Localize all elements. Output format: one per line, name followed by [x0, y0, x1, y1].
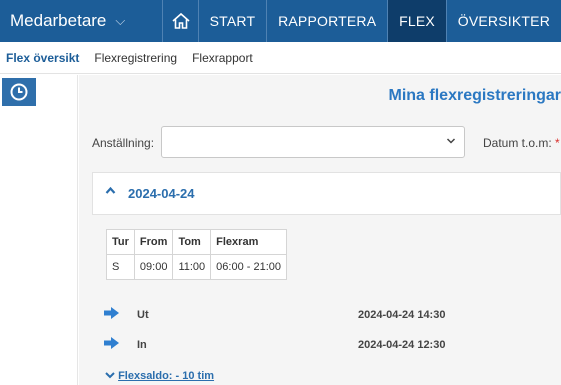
column-header: Tom	[172, 229, 212, 255]
tab-flex-oversikt[interactable]: Flex översikt	[0, 51, 85, 65]
table-row: S 09:00 11:00 06:00 - 21:00	[106, 254, 287, 280]
section-date: 2024-04-24	[128, 186, 195, 201]
event-timestamp: 2024-04-24 12:30	[358, 339, 446, 351]
required-marker: *	[555, 136, 560, 150]
chevron-down-icon	[446, 136, 456, 149]
date-section-header[interactable]: 2024-04-24	[92, 172, 561, 215]
nav-flex[interactable]: FLEX	[388, 0, 446, 42]
column-header: From	[133, 229, 174, 255]
date-label-text: Datum t.o.m:	[483, 136, 552, 150]
chevron-down-icon: ⌵	[115, 13, 126, 28]
app-title: Medarbetare	[10, 11, 107, 30]
employment-label: Anställning:	[92, 136, 155, 150]
clock-icon	[10, 83, 28, 101]
event-label: In	[137, 339, 147, 351]
sign-in-icon	[103, 336, 121, 353]
page-title: Mina flexregistreringar	[388, 87, 561, 104]
sign-out-icon	[103, 306, 121, 323]
flexsaldo-toggle[interactable]: Flexsaldo: - 10 tim	[105, 370, 214, 382]
chevron-down-icon	[105, 370, 118, 382]
table-cell: 06:00 - 21:00	[210, 254, 287, 280]
table-cell: 11:00	[172, 254, 212, 280]
flexsaldo-link[interactable]: Flexsaldo: - 10 tim	[118, 370, 214, 382]
home-button[interactable]	[163, 0, 198, 42]
sidebar	[0, 75, 78, 385]
table-header-row: Tur From Tom Flexram	[106, 229, 287, 255]
nav-start[interactable]: START	[199, 0, 267, 42]
app-switcher[interactable]: Medarbetare ⌵	[0, 0, 162, 42]
top-navigation: Medarbetare ⌵ START RAPPORTERA FLEX ÖVER…	[0, 0, 561, 42]
event-label: Ut	[137, 309, 149, 321]
event-timestamp: 2024-04-24 14:30	[358, 309, 446, 321]
tab-flexregistrering[interactable]: Flexregistrering	[85, 51, 183, 65]
shift-table: Tur From Tom Flexram S 09:00 11:00 06:00…	[106, 229, 287, 280]
column-header: Flexram	[210, 229, 287, 255]
nav-oversikter[interactable]: ÖVERSIKTER	[447, 0, 561, 42]
sub-navigation: Flex översikt Flexregistrering Flexrappo…	[0, 42, 561, 74]
table-cell: 09:00	[133, 254, 174, 280]
table-cell: S	[106, 254, 135, 280]
chevron-up-icon	[105, 186, 116, 198]
employment-select[interactable]	[161, 126, 465, 158]
home-icon	[171, 12, 190, 29]
nav-rapportera[interactable]: RAPPORTERA	[267, 0, 387, 42]
main-content: Mina flexregistreringar Anställning: Dat…	[79, 75, 561, 385]
column-header: Tur	[106, 229, 135, 255]
date-label: Datum t.o.m: *	[483, 136, 560, 150]
clock-button[interactable]	[2, 78, 36, 106]
tab-flexrapport[interactable]: Flexrapport	[183, 51, 259, 65]
